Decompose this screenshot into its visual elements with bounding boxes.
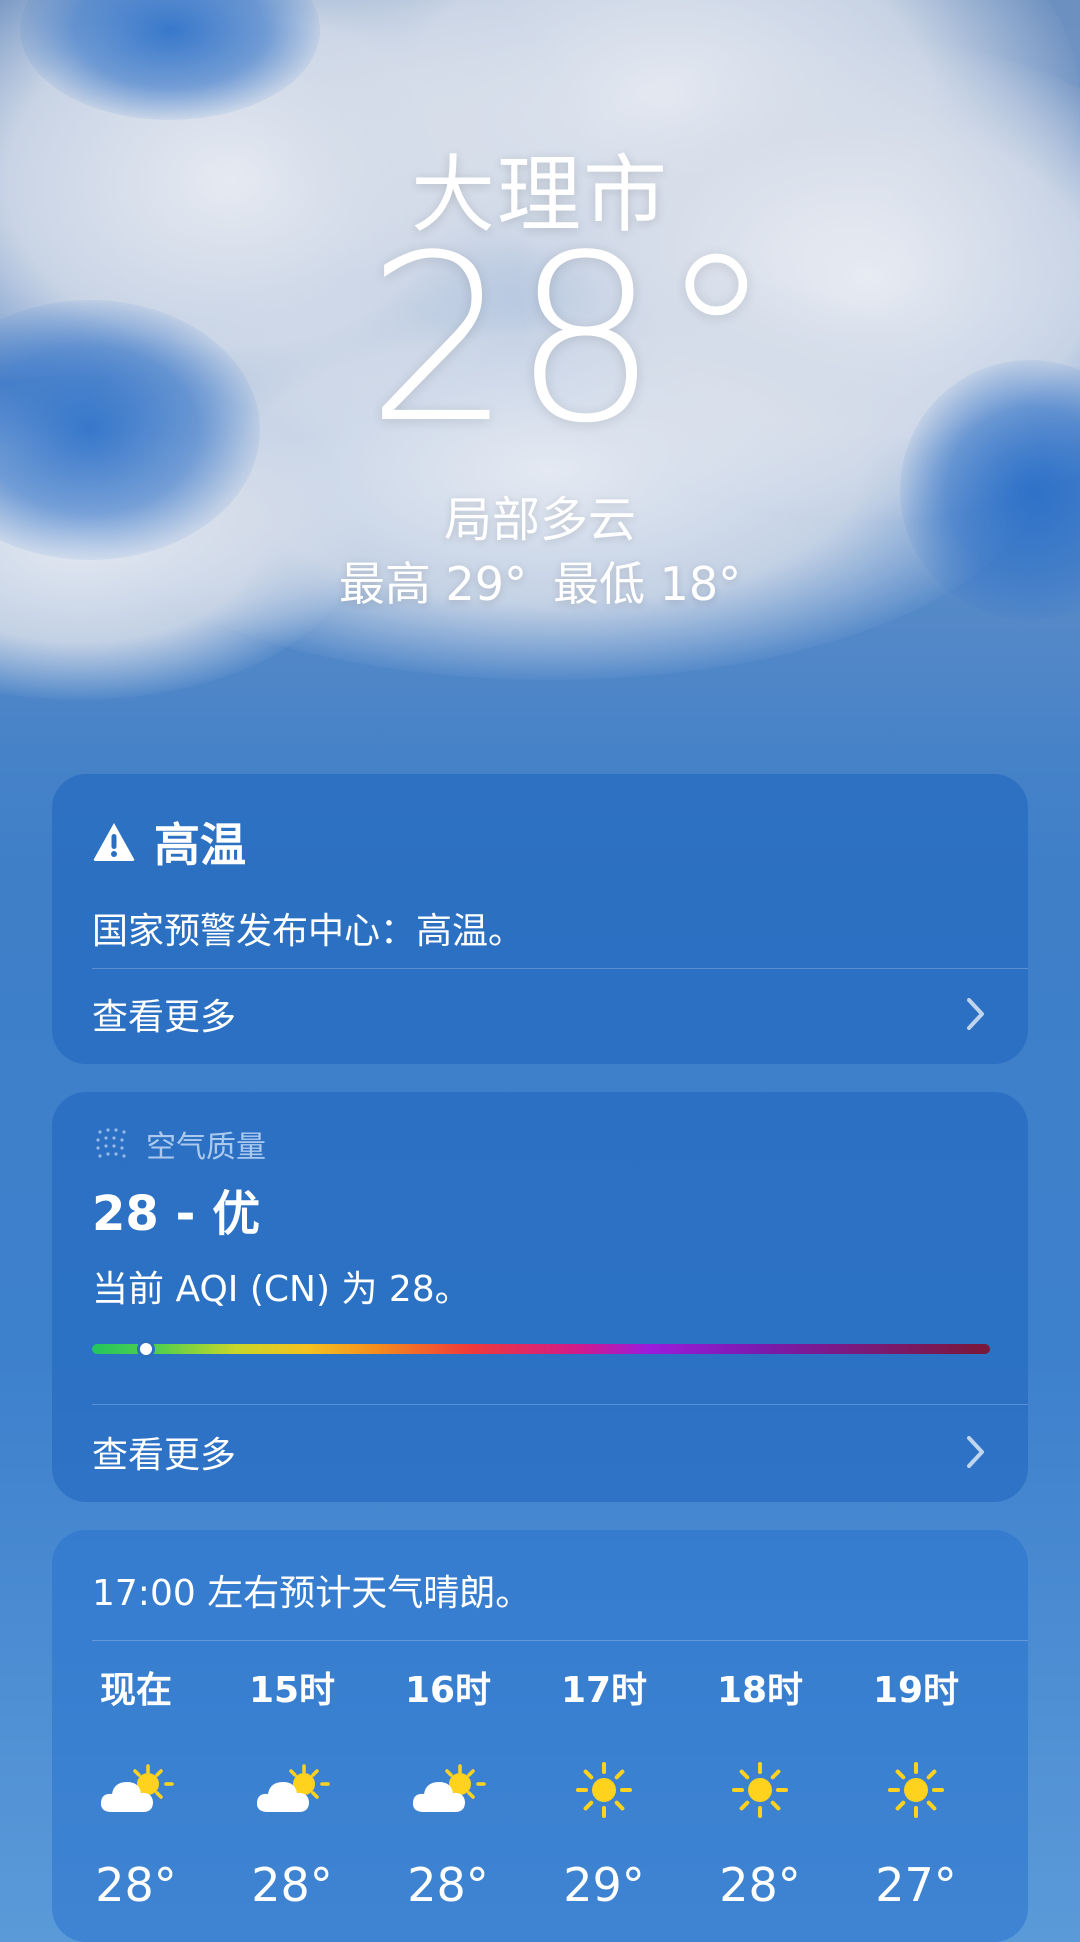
sun-icon: [856, 1760, 976, 1820]
chevron-right-icon: [967, 1436, 984, 1468]
hourly-item: 15时 28°: [232, 1666, 352, 1912]
hour-label: 18时: [716, 1670, 804, 1711]
low-temperature: 最低 18°: [553, 557, 742, 611]
weather-condition: 局部多云: [443, 492, 636, 548]
divider: [92, 1404, 1028, 1405]
hourly-item: 17时 29°: [544, 1666, 664, 1912]
aqi-description: 当前 AQI (CN) 为 28。: [92, 1269, 471, 1310]
hour-temperature: 28°: [719, 1858, 801, 1912]
alert-title: 高温: [154, 818, 246, 872]
aqi-see-more-button[interactable]: 查看更多: [92, 1422, 988, 1482]
partly-cloudy-icon: [232, 1760, 352, 1820]
hour-label: 17时: [560, 1670, 648, 1711]
aqi-heading: 空气质量: [146, 1130, 266, 1165]
hour-label: 现在: [99, 1670, 172, 1711]
chevron-right-icon: [967, 998, 984, 1030]
partly-cloudy-icon: [76, 1760, 196, 1820]
hour-temperature: 28°: [251, 1858, 333, 1912]
hourly-forecast-list[interactable]: 现在 28° 15时 28° 16时 28° 17时 29° 18时 28° 1…: [52, 1666, 1028, 1926]
see-more-label: 查看更多: [92, 1435, 237, 1476]
high-low-temperature: 最高 29° 最低 18°: [0, 548, 1080, 614]
weather-alert-card[interactable]: 高温 国家预警发布中心：高温。 查看更多: [52, 774, 1028, 1064]
hour-label: 16时: [404, 1670, 492, 1711]
divider: [92, 968, 1028, 969]
high-temperature: 最高 29°: [338, 557, 527, 611]
alert-description: 国家预警发布中心：高温。: [92, 911, 525, 952]
hour-temperature: 29°: [563, 1858, 645, 1912]
hour-temperature: 28°: [95, 1858, 177, 1912]
hour-temperature: 28°: [407, 1858, 489, 1912]
hourly-item: 现在 28°: [76, 1666, 196, 1912]
sun-icon: [700, 1760, 820, 1820]
hour-label: 19时: [872, 1670, 960, 1711]
aqi-heading-row: 空气质量: [92, 1122, 266, 1166]
warning-icon: [93, 823, 135, 861]
alert-title-row: 高温: [92, 814, 246, 872]
hourly-summary: 17:00 左右预计天气晴朗。: [92, 1573, 532, 1614]
aqi-value: 28 - 优: [92, 1186, 261, 1242]
aqi-indicator-dot: [136, 1340, 155, 1358]
partly-cloudy-icon: [388, 1760, 508, 1820]
air-quality-card[interactable]: 空气质量 28 - 优 当前 AQI (CN) 为 28。 查看更多: [52, 1092, 1028, 1502]
hourly-item: 18时 28°: [700, 1666, 820, 1912]
hour-label: 15时: [248, 1670, 336, 1711]
hourly-item: 16时 28°: [388, 1666, 508, 1912]
air-quality-dots-icon: [96, 1128, 126, 1158]
current-temperature: 28°: [366, 207, 774, 474]
divider: [92, 1640, 1028, 1641]
sun-icon: [544, 1760, 664, 1820]
see-more-label: 查看更多: [92, 997, 237, 1038]
aqi-scale-bar: [92, 1344, 990, 1354]
hour-temperature: 27°: [875, 1858, 957, 1912]
alert-see-more-button[interactable]: 查看更多: [92, 984, 988, 1044]
hourly-forecast-card[interactable]: 17:00 左右预计天气晴朗。 现在 28° 15时 28° 16时 28° 1…: [52, 1530, 1028, 1942]
hourly-item: 19时 27°: [856, 1666, 976, 1912]
